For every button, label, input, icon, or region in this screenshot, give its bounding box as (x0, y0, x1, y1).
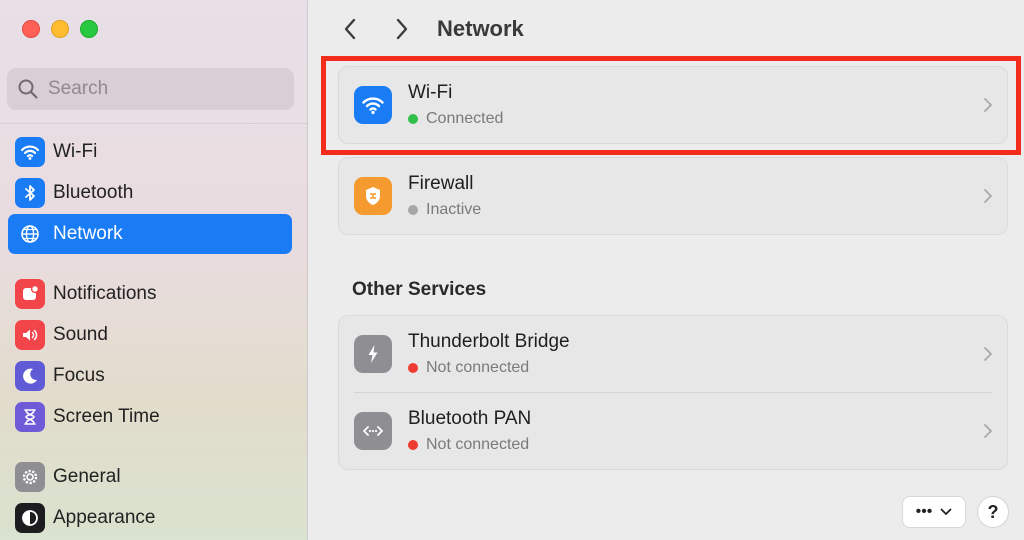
back-button[interactable] (335, 14, 365, 44)
sidebar-item-notifications[interactable]: Notifications (8, 274, 292, 314)
status-dot (408, 205, 418, 215)
sidebar-item-bluetooth[interactable]: Bluetooth (8, 173, 292, 213)
sidebar-item-label: Focus (53, 365, 105, 386)
sidebar-item-wifi[interactable]: Wi-Fi (8, 132, 292, 172)
service-title: Firewall (408, 173, 474, 194)
forward-button[interactable] (387, 14, 417, 44)
highlight-box (321, 56, 1021, 155)
close-window-button[interactable] (22, 20, 40, 38)
help-button[interactable]: ? (978, 497, 1008, 527)
thunderbolt-icon (354, 335, 392, 373)
service-title: Bluetooth PAN (408, 408, 532, 429)
search-input[interactable] (48, 78, 278, 100)
sidebar-item-label: Wi-Fi (53, 141, 98, 162)
speaker-icon (15, 320, 45, 350)
sidebar-item-focus[interactable]: Focus (8, 356, 292, 396)
moon-icon (15, 361, 45, 391)
sidebar-item-general[interactable]: General (8, 457, 292, 497)
gear-icon (15, 462, 45, 492)
page-title: Network (437, 16, 524, 41)
sidebar-item-label: General (53, 466, 121, 487)
chevron-right-icon (984, 424, 992, 438)
more-label: ••• (915, 503, 933, 520)
globe-icon (15, 219, 45, 249)
sidebar-item-sound[interactable]: Sound (8, 315, 292, 355)
chevron-down-icon (941, 508, 952, 515)
bluetooth-pan-row[interactable]: Bluetooth PAN Not connected (339, 393, 1007, 469)
other-services-card: Thunderbolt Bridge Not connected Bluetoo… (338, 315, 1008, 470)
hourglass-icon (15, 402, 45, 432)
sidebar-item-label: Notifications (53, 283, 157, 304)
more-actions-button[interactable]: ••• (903, 497, 965, 527)
sidebar-item-screen-time[interactable]: Screen Time (8, 397, 292, 437)
sidebar-item-label: Network (53, 223, 123, 244)
wifi-icon (15, 137, 45, 167)
chevron-right-icon (984, 189, 992, 203)
search-field[interactable] (7, 68, 294, 110)
sidebar-item-label: Appearance (53, 507, 156, 528)
sidebar-item-network[interactable]: Network (8, 214, 292, 254)
section-title: Other Services (352, 279, 487, 300)
appearance-icon (15, 503, 45, 533)
status-dot (408, 363, 418, 373)
sidebar: Wi-Fi Bluetooth Network Notifications So… (0, 0, 308, 540)
service-status: Not connected (408, 359, 570, 377)
sidebar-item-label: Sound (53, 324, 108, 345)
sidebar-item-label: Bluetooth (53, 182, 134, 203)
sidebar-item-appearance[interactable]: Appearance (8, 498, 292, 538)
main-pane: Network Wi-Fi Connected Firewall Inactiv… (309, 0, 1024, 540)
window-controls (22, 20, 98, 38)
firewall-service-row[interactable]: Firewall Inactive (339, 158, 1007, 234)
status-dot (408, 440, 418, 450)
bluetooth-icon (15, 178, 45, 208)
search-icon (18, 79, 38, 99)
sidebar-divider (0, 123, 307, 124)
service-status: Not connected (408, 436, 531, 454)
chevron-right-icon (984, 347, 992, 361)
thunderbolt-bridge-row[interactable]: Thunderbolt Bridge Not connected (339, 316, 1007, 392)
firewall-service-card: Firewall Inactive (338, 157, 1008, 235)
chevron-right-icon (396, 18, 408, 40)
firewall-icon (354, 177, 392, 215)
minimize-window-button[interactable] (51, 20, 69, 38)
bell-icon (15, 279, 45, 309)
zoom-window-button[interactable] (80, 20, 98, 38)
service-title: Thunderbolt Bridge (408, 331, 570, 352)
status-text: Inactive (426, 201, 482, 218)
status-text: Not connected (426, 359, 530, 376)
bluetooth-pan-icon (354, 412, 392, 450)
sidebar-item-label: Screen Time (53, 406, 160, 427)
chevron-left-icon (344, 18, 356, 40)
service-status: Inactive (408, 201, 481, 219)
status-text: Not connected (426, 436, 530, 453)
